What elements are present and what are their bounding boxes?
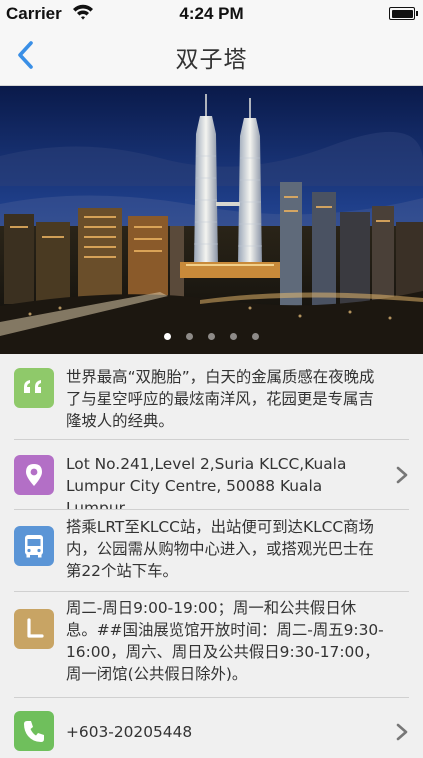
page-indicator[interactable] [0,333,423,340]
hours-row: 周二-周日9:00-19:00；周一和公共假日休息。##国油展览馆开放时间：周二… [0,592,423,698]
chevron-right-icon [396,723,408,741]
page-dot-1[interactable] [164,333,171,340]
petronas-towers-photo [0,86,423,354]
battery-icon [389,7,418,20]
info-list: 世界最高“双胞胎”，白天的金属质感在夜晚成了与星空呼应的最炫南洋风，花园更是专属… [0,354,423,758]
address-line-1: Lot No.241,Level 2,Suria KLCC,Kuala [66,455,347,473]
clock-icon [14,609,54,649]
description-row: 世界最高“双胞胎”，白天的金属质感在夜晚成了与星空呼应的最炫南洋风，花园更是专属… [0,354,423,440]
page-title: 双子塔 [175,47,248,73]
quote-icon [14,368,54,408]
description-text: 世界最高“双胞胎”，白天的金属质感在夜晚成了与星空呼应的最炫南洋风，花园更是专属… [66,368,375,430]
chevron-right-icon [396,466,408,484]
photo-carousel[interactable] [0,86,423,354]
transport-text: 搭乘LRT至KLCC站，出站便可到达KLCC商场内，公园需从购物中心进入，或搭观… [66,518,374,580]
clock-time: 4:24 PM [179,4,244,23]
status-bar: Carrier 4:24 PM [0,0,423,27]
navigation-bar: 双子塔 [0,27,423,86]
bus-icon [14,526,54,566]
page-dot-4[interactable] [230,333,237,340]
page-dot-5[interactable] [252,333,259,340]
transport-row: 搭乘LRT至KLCC站，出站便可到达KLCC商场内，公园需从购物中心进入，或搭观… [0,510,423,592]
phone-number: +603-20205448 [66,723,193,741]
page-dot-2[interactable] [186,333,193,340]
page-dot-3[interactable] [208,333,215,340]
hours-text: 周二-周日9:00-19:00；周一和公共假日休息。##国油展览馆开放时间：周二… [66,599,384,683]
address-row[interactable]: Lot No.241,Level 2,Suria KLCC,Kuala Lump… [0,440,423,517]
phone-row[interactable]: +603-20205448 [0,698,423,758]
phone-icon [14,711,54,751]
location-pin-icon [14,455,54,495]
